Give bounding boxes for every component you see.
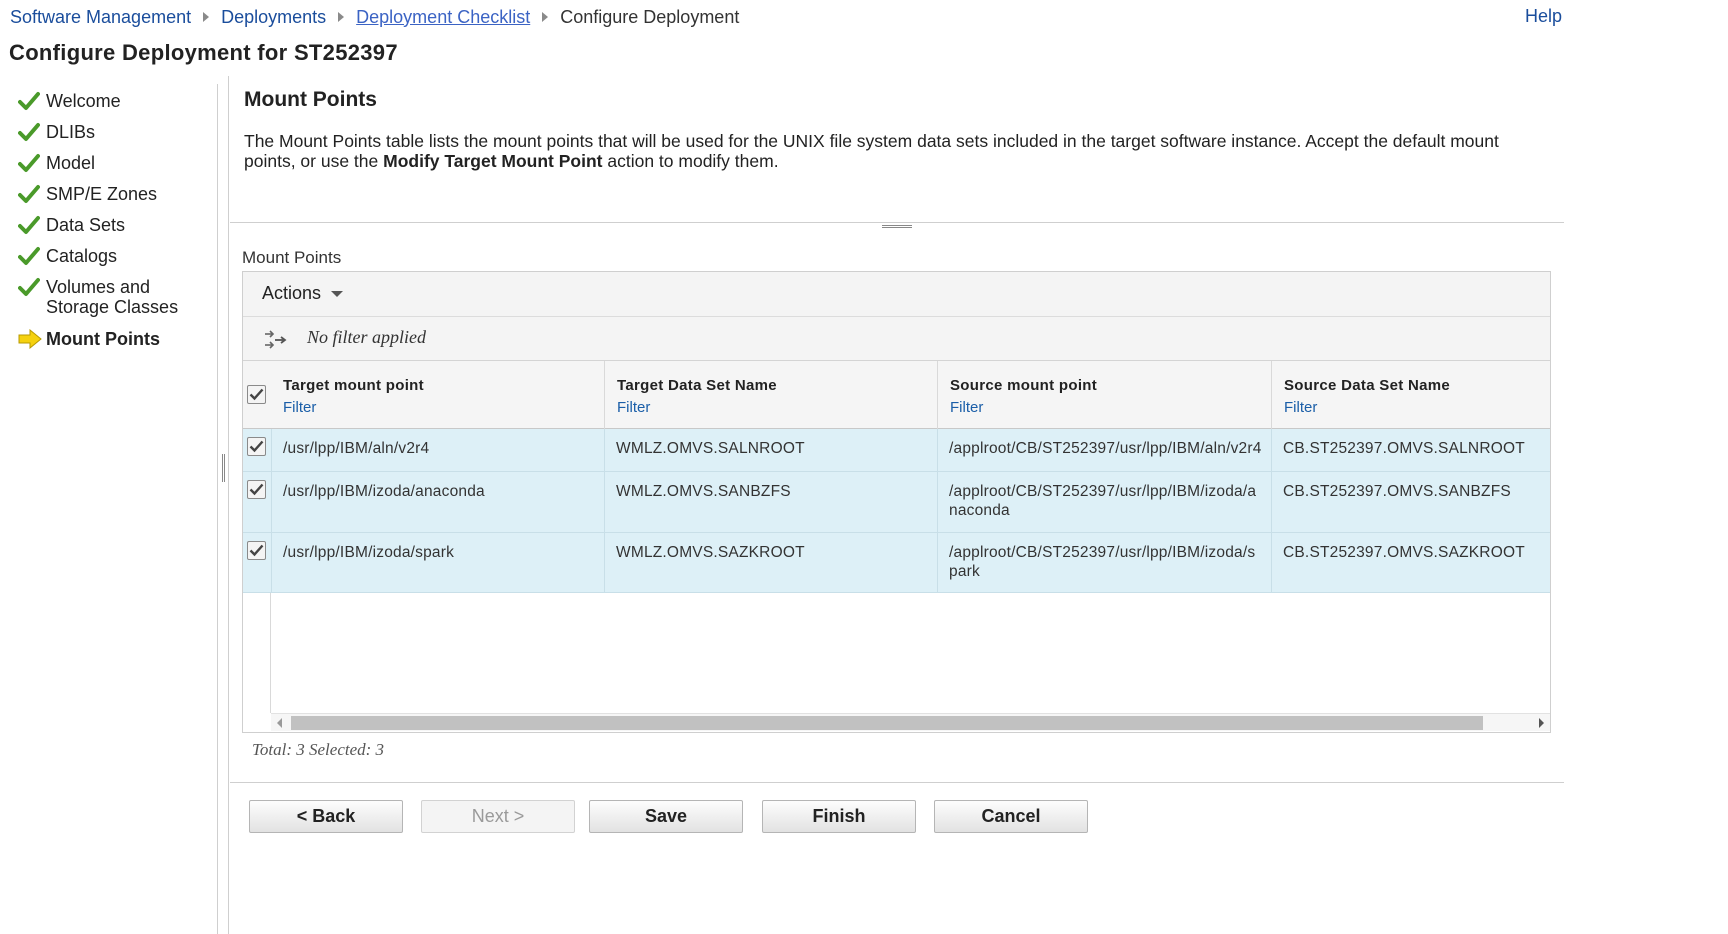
- filter-icon[interactable]: [263, 328, 287, 350]
- horizontal-splitter-handle[interactable]: [882, 225, 912, 228]
- wizard-steps-nav: [0, 84, 218, 934]
- check-icon: [18, 185, 40, 203]
- select-all-checkbox[interactable]: [247, 385, 266, 404]
- column-header-source-data-set-name[interactable]: Source Data Set Name Filter: [1272, 361, 1550, 429]
- cell-target-data-set-name: WMLZ.OMVS.SAZKROOT: [605, 533, 938, 592]
- section-divider: [230, 222, 1564, 223]
- breadcrumb-separator-icon: [542, 12, 549, 22]
- filter-bar: No filter applied: [243, 317, 1550, 361]
- column-filter-link[interactable]: Filter: [283, 399, 604, 416]
- nav-step-label: Welcome: [46, 91, 121, 111]
- check-icon: [18, 154, 40, 172]
- breadcrumb-current: Configure Deployment: [560, 6, 740, 27]
- nav-step-label: SMP/E Zones: [46, 184, 158, 204]
- filter-status: No filter applied: [307, 327, 426, 347]
- nav-step-data-sets[interactable]: Data Sets: [18, 215, 125, 235]
- column-header-target-data-set-name[interactable]: Target Data Set Name Filter: [605, 361, 938, 429]
- cell-source-mount-point: /applroot/CB/ST252397/usr/lpp/IBM/izoda/…: [938, 472, 1272, 532]
- nav-step-label: Catalogs: [46, 246, 118, 266]
- nav-step-label: Volumes and Storage Classes: [46, 277, 179, 317]
- breadcrumb: Software Management Deployments Deployme…: [10, 6, 739, 28]
- table-header-row: Target mount point Filter Target Data Se…: [243, 361, 1550, 429]
- nav-step-label: Mount Points: [46, 329, 160, 349]
- help-link[interactable]: Help: [1525, 6, 1562, 27]
- footer-divider: [230, 782, 1564, 783]
- cell-source-mount-point: /applroot/CB/ST252397/usr/lpp/IBM/aln/v2…: [938, 429, 1272, 471]
- nav-step-volumes-storage-classes[interactable]: Volumes and Storage Classes: [18, 277, 218, 317]
- column-header-label: Source mount point: [950, 377, 1098, 394]
- column-header-label: Target mount point: [283, 377, 424, 394]
- checkbox-checked-icon: [249, 483, 264, 496]
- row-checkbox[interactable]: [247, 541, 266, 560]
- column-filter-link[interactable]: Filter: [950, 399, 1271, 416]
- horizontal-scrollbar[interactable]: [271, 713, 1550, 731]
- cell-source-mount-point: /applroot/CB/ST252397/usr/lpp/IBM/izoda/…: [938, 533, 1272, 592]
- chevron-down-icon: [331, 290, 344, 297]
- check-icon: [18, 247, 40, 265]
- section-title: Mount Points: [244, 88, 377, 111]
- cancel-button[interactable]: Cancel: [934, 800, 1088, 833]
- check-icon: [18, 216, 40, 234]
- breadcrumb-software-management[interactable]: Software Management: [10, 7, 191, 28]
- actions-menu-button[interactable]: Actions: [262, 283, 344, 304]
- table-toolbar: Actions: [243, 272, 1550, 317]
- nav-divider: [228, 76, 229, 934]
- check-icon: [18, 278, 40, 296]
- row-checkbox[interactable]: [247, 480, 266, 499]
- nav-step-dlibs[interactable]: DLIBs: [18, 122, 95, 142]
- column-header-label: Target Data Set Name: [617, 377, 777, 394]
- table-row[interactable]: /usr/lpp/IBM/izoda/anaconda WMLZ.OMVS.SA…: [243, 472, 1550, 533]
- column-filter-link[interactable]: Filter: [1284, 399, 1550, 416]
- description-action-name: Modify Target Mount Point: [383, 151, 603, 171]
- row-checkbox[interactable]: [247, 437, 266, 456]
- column-header-source-mount-point[interactable]: Source mount point Filter: [938, 361, 1272, 429]
- cell-source-data-set-name: CB.ST252397.OMVS.SANBZFS: [1283, 483, 1511, 500]
- cell-target-mount-point: /usr/lpp/IBM/aln/v2r4: [271, 429, 605, 471]
- cell-target-data-set-name: WMLZ.OMVS.SANBZFS: [605, 472, 938, 532]
- description-text: action to modify them.: [602, 151, 779, 171]
- breadcrumb-deployment-checklist[interactable]: Deployment Checklist: [356, 7, 530, 28]
- arrow-right-icon: [18, 329, 42, 349]
- check-icon: [18, 92, 40, 110]
- page-title: Configure Deployment for ST252397: [9, 40, 398, 65]
- cell-source-data-set-name: CB.ST252397.OMVS.SAZKROOT: [1283, 544, 1525, 561]
- nav-step-label: Data Sets: [46, 215, 126, 235]
- vertical-splitter-handle[interactable]: [222, 454, 225, 482]
- breadcrumb-separator-icon: [203, 12, 210, 22]
- next-button[interactable]: Next >: [421, 800, 575, 833]
- nav-step-catalogs[interactable]: Catalogs: [18, 246, 117, 266]
- scrollbar-thumb[interactable]: [291, 716, 1483, 730]
- breadcrumb-separator-icon: [338, 12, 345, 22]
- section-description: The Mount Points table lists the mount p…: [244, 131, 1554, 171]
- table-row[interactable]: /usr/lpp/IBM/izoda/spark WMLZ.OMVS.SAZKR…: [243, 533, 1550, 593]
- nav-step-welcome[interactable]: Welcome: [18, 91, 121, 111]
- checkbox-checked-icon: [249, 440, 264, 453]
- scroll-left-icon[interactable]: [277, 718, 282, 728]
- cell-source-data-set-name: CB.ST252397.OMVS.SALNROOT: [1283, 440, 1525, 457]
- table-caption: Mount Points: [242, 248, 342, 267]
- column-header-label: Source Data Set Name: [1284, 377, 1451, 394]
- save-button[interactable]: Save: [589, 800, 743, 833]
- column-header-target-mount-point[interactable]: Target mount point Filter: [271, 361, 605, 429]
- checkbox-checked-icon: [249, 388, 264, 401]
- nav-step-smpe-zones[interactable]: SMP/E Zones: [18, 184, 157, 204]
- mount-points-table: Actions No filter applied Target mount p…: [242, 271, 1551, 733]
- cell-target-data-set-name: WMLZ.OMVS.SALNROOT: [605, 429, 938, 471]
- column-filter-link[interactable]: Filter: [617, 399, 937, 416]
- breadcrumb-deployments[interactable]: Deployments: [221, 7, 326, 28]
- nav-step-label: Model: [46, 153, 96, 173]
- actions-label: Actions: [262, 283, 322, 303]
- back-button[interactable]: < Back: [249, 800, 403, 833]
- nav-step-label: DLIBs: [46, 122, 96, 142]
- check-icon: [18, 123, 40, 141]
- finish-button[interactable]: Finish: [762, 800, 916, 833]
- table-row[interactable]: /usr/lpp/IBM/aln/v2r4 WMLZ.OMVS.SALNROOT…: [243, 429, 1550, 472]
- table-summary: Total: 3 Selected: 3: [252, 740, 385, 759]
- nav-step-model[interactable]: Model: [18, 153, 95, 173]
- scroll-right-icon[interactable]: [1539, 718, 1544, 728]
- cell-target-mount-point: /usr/lpp/IBM/izoda/anaconda: [271, 472, 605, 532]
- cell-target-mount-point: /usr/lpp/IBM/izoda/spark: [271, 533, 605, 592]
- nav-step-mount-points[interactable]: Mount Points: [18, 329, 160, 349]
- checkbox-checked-icon: [249, 544, 264, 557]
